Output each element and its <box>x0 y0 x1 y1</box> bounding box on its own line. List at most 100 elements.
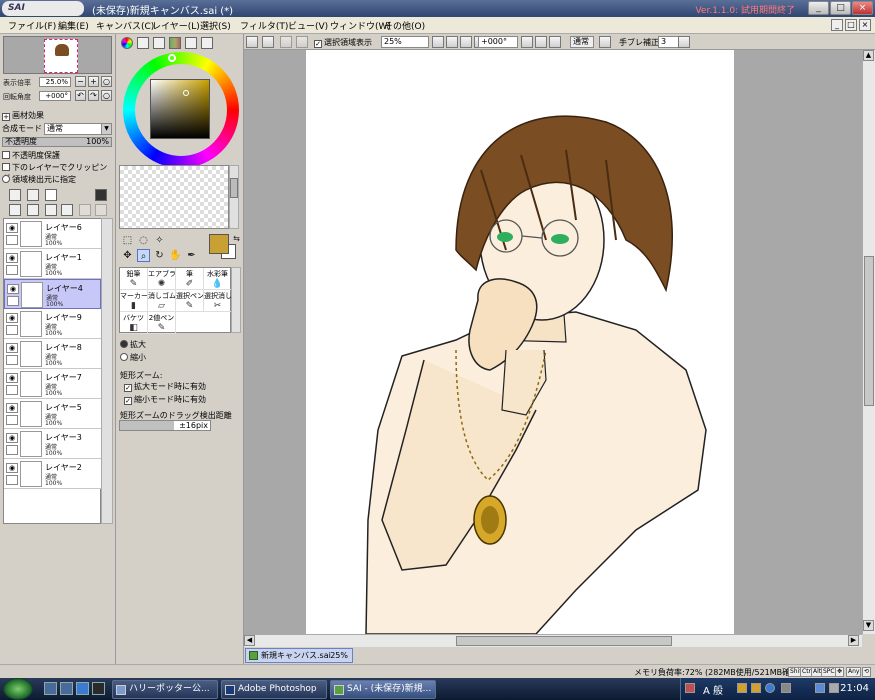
selection-source-checkbox[interactable]: 領域検出元に指定 <box>2 174 112 186</box>
canvas-vertical-scrollbar[interactable]: ▲ ▼ <box>862 50 875 634</box>
zoom-out-icon[interactable] <box>446 36 458 48</box>
rotate-left-button[interactable]: ↶ <box>75 90 86 101</box>
canvas-horizontal-scrollbar[interactable]: ◀ ▶ <box>244 634 862 647</box>
volume-icon[interactable] <box>829 683 839 693</box>
canvas-zoom-field[interactable]: 25% <box>381 36 429 48</box>
redo-icon[interactable] <box>262 36 274 48</box>
ime-icon[interactable] <box>685 683 695 693</box>
brush-tool-watercolor[interactable]: 水彩筆 💧 <box>204 268 232 290</box>
layer-lock-icon[interactable] <box>6 325 18 335</box>
brush-grid-scrollbar[interactable] <box>231 267 241 333</box>
clear-layer-icon[interactable] <box>45 204 57 216</box>
layer-row[interactable]: ◉ レイヤー9 通常 100% <box>4 309 101 339</box>
swatches-scrollbar[interactable] <box>229 165 239 229</box>
taskbar-clock[interactable]: 21:04 <box>840 683 869 694</box>
scrollbar-thumb[interactable] <box>230 178 238 198</box>
lock-icon[interactable] <box>79 204 91 216</box>
mdi-restore-button[interactable]: □ <box>845 19 857 31</box>
rect-zoom-in-checkbox[interactable]: ✓ 拡大モード時に有効 <box>124 381 206 392</box>
menu-window[interactable]: ウィンドウ(W) <box>330 19 391 32</box>
lasso-icon[interactable]: ◌ <box>137 234 150 247</box>
canvas-tab[interactable]: 新規キャンバス.sai 25% <box>245 648 353 663</box>
hsv-slider-tab-icon[interactable] <box>153 37 165 49</box>
scroll-down-icon[interactable]: ▼ <box>863 620 874 631</box>
horizontal-scroll-thumb[interactable] <box>456 636 672 646</box>
maximize-button[interactable]: □ <box>830 1 851 15</box>
eye-icon[interactable]: ◉ <box>6 313 18 323</box>
ime-tools-icon[interactable] <box>737 683 747 693</box>
zoom-in-icon[interactable] <box>460 36 472 48</box>
new-layer-icon[interactable] <box>9 189 21 201</box>
start-button[interactable] <box>3 678 33 700</box>
taskbar-button-browser[interactable]: ハリーポッター公... <box>112 680 218 699</box>
gradient-tab-icon[interactable] <box>169 37 181 49</box>
brush-tool-select-erase[interactable]: 選択消し ✂ <box>204 290 232 312</box>
opacity-slider[interactable]: 不透明度 100% <box>2 137 112 147</box>
drag-threshold-slider[interactable]: ±16pix <box>119 420 211 431</box>
color-swatches[interactable] <box>119 165 229 229</box>
color-wheel-tab-icon[interactable] <box>121 37 133 49</box>
scroll-left-icon[interactable]: ◀ <box>244 635 255 646</box>
eye-icon[interactable]: ◉ <box>6 403 18 413</box>
eye-icon[interactable]: ◉ <box>6 253 18 263</box>
eye-icon[interactable]: ◉ <box>6 463 18 473</box>
mdi-close-button[interactable]: × <box>859 19 871 31</box>
mdi-minimize-button[interactable]: _ <box>831 19 843 31</box>
invert-selection-icon[interactable] <box>296 36 308 48</box>
layer-lock-icon[interactable] <box>6 415 18 425</box>
close-button[interactable]: × <box>852 1 873 15</box>
layer-row[interactable]: ◉ レイヤー4 通常 100% <box>4 279 101 309</box>
rotate-ccw-icon[interactable] <box>535 36 547 48</box>
hue-marker[interactable] <box>168 54 176 62</box>
layer-row[interactable]: ◉ レイヤー2 通常 100% <box>4 459 101 489</box>
rotation-field[interactable]: +000° <box>39 91 71 101</box>
merge-down-icon[interactable] <box>27 204 39 216</box>
show-desktop-icon[interactable] <box>44 682 57 695</box>
move-icon[interactable]: ✥ <box>121 249 134 262</box>
zoom-tool-icon[interactable]: ⌕ <box>137 249 150 262</box>
rect-select-icon[interactable]: ⬚ <box>121 234 134 247</box>
layer-row[interactable]: ◉ レイヤー7 通常 100% <box>4 369 101 399</box>
magic-wand-icon[interactable]: ✧ <box>153 234 166 247</box>
delete-layer-icon[interactable] <box>61 204 73 216</box>
color-picker-marker[interactable] <box>183 90 189 96</box>
zoom-out-button[interactable]: − <box>75 76 86 87</box>
zoom-dropdown-icon[interactable] <box>432 36 444 48</box>
canvas-paper[interactable] <box>306 50 734 634</box>
internet-explorer-icon[interactable] <box>76 682 89 695</box>
preserve-opacity-checkbox[interactable]: 不透明度保護 <box>2 150 112 162</box>
scroll-up-icon[interactable]: ▲ <box>863 50 874 61</box>
saturation-value-box[interactable] <box>150 79 210 139</box>
layer-list-scrollbar[interactable] <box>101 218 113 524</box>
menu-view[interactable]: ビュー(V) <box>288 19 328 32</box>
navigator-thumbnail[interactable] <box>44 39 78 73</box>
eye-icon[interactable]: ◉ <box>6 223 18 233</box>
canvas-rotation-field[interactable]: +000° <box>478 36 518 48</box>
brush-tool-bucket[interactable]: バケツ ◧ <box>120 312 148 334</box>
swap-colors-icon[interactable]: ⇆ <box>230 232 243 245</box>
new-folder-icon[interactable] <box>45 189 57 201</box>
menu-file[interactable]: ファイル(F) <box>8 19 56 32</box>
layer-row[interactable]: ◉ レイヤー3 通常 100% <box>4 429 101 459</box>
eye-icon[interactable]: ◉ <box>6 343 18 353</box>
rotation-dropdown-icon[interactable] <box>521 36 533 48</box>
clipping-checkbox[interactable]: 下のレイヤーでクリッピング <box>2 162 112 183</box>
zoom-out-option[interactable]: 縮小 <box>120 352 146 363</box>
brush-tool-brush[interactable]: 筆 ✐ <box>176 268 204 290</box>
rotate-tool-icon[interactable]: ↻ <box>153 249 166 262</box>
rotate-right-button[interactable]: ↷ <box>88 90 99 101</box>
dictionary-icon[interactable] <box>751 683 761 693</box>
layer-lock-icon[interactable] <box>6 235 18 245</box>
rgb-slider-tab-icon[interactable] <box>137 37 149 49</box>
brush-tool-airbrush[interactable]: エアブラシ✺ <box>148 268 176 290</box>
flip-mode-field[interactable]: 通常 <box>570 36 594 48</box>
undo-icon[interactable] <box>246 36 258 48</box>
zoom-reset-button[interactable]: ○ <box>101 76 112 87</box>
show-selection-checkbox[interactable]: ✓ 選択領域表示 <box>314 37 372 48</box>
layer-lock-icon[interactable] <box>6 385 18 395</box>
link-icon[interactable] <box>95 204 107 216</box>
network-icon[interactable] <box>815 683 825 693</box>
switch-windows-icon[interactable] <box>60 682 73 695</box>
vertical-scroll-thumb[interactable] <box>864 256 874 406</box>
effects-toggle[interactable]: + 画材効果 <box>2 110 112 122</box>
